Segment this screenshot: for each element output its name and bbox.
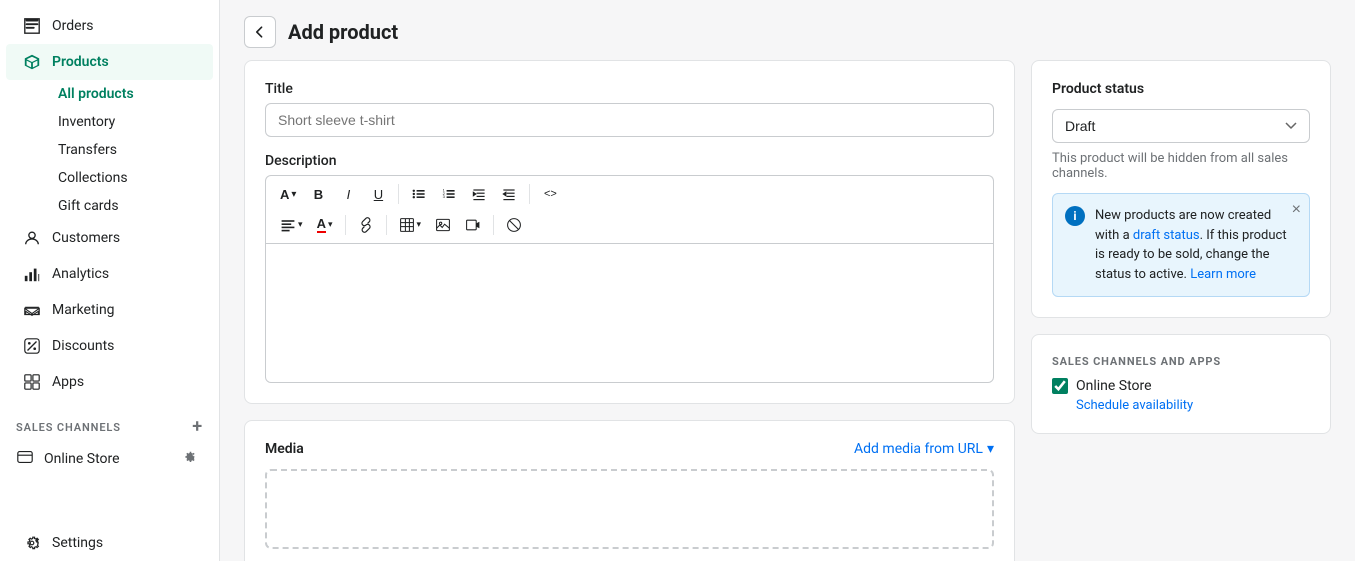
product-status-select[interactable]: Draft Active bbox=[1052, 109, 1310, 143]
sidebar-item-settings[interactable]: Settings bbox=[6, 525, 213, 561]
rte-video-button[interactable] bbox=[459, 213, 487, 237]
page-header: Add product bbox=[220, 0, 1355, 60]
add-sales-channel-button[interactable]: + bbox=[192, 418, 203, 436]
main-content: Add product Title Description A▾ B I U bbox=[220, 0, 1355, 561]
learn-more-link[interactable]: Learn more bbox=[1190, 267, 1256, 282]
apps-icon bbox=[22, 372, 42, 392]
banner-text: New products are now created with a draf… bbox=[1095, 206, 1297, 284]
banner-close-button[interactable]: × bbox=[1292, 202, 1301, 218]
title-input[interactable] bbox=[265, 103, 994, 137]
sidebar-item-analytics-label: Analytics bbox=[52, 266, 109, 282]
rte-outdent-button[interactable] bbox=[495, 182, 523, 206]
channel-row-online-store: Online Store bbox=[1052, 378, 1310, 394]
customers-icon bbox=[22, 228, 42, 248]
info-icon: i bbox=[1065, 206, 1085, 226]
schedule-availability-link[interactable]: Schedule availability bbox=[1076, 398, 1310, 413]
back-button[interactable] bbox=[244, 16, 276, 48]
online-store-settings-icon[interactable] bbox=[181, 449, 197, 469]
media-title: Media bbox=[265, 441, 304, 457]
description-editor[interactable] bbox=[265, 243, 994, 383]
sidebar-products-submenu: All products Inventory Transfers Collect… bbox=[0, 80, 219, 220]
sidebar-item-settings-label: Settings bbox=[52, 535, 103, 551]
sidebar-item-products-label: Products bbox=[52, 54, 109, 70]
sales-channels-title: SALES CHANNELS AND APPS bbox=[1052, 355, 1310, 368]
sidebar-item-orders[interactable]: Orders bbox=[6, 8, 213, 44]
rte-text-color-button[interactable]: A▾ bbox=[311, 212, 339, 237]
product-details-card: Title Description A▾ B I U bbox=[244, 60, 1015, 404]
sidebar-item-customers[interactable]: Customers bbox=[6, 220, 213, 256]
sidebar: Orders Products All products Inventory T… bbox=[0, 0, 220, 561]
rte-bold-button[interactable]: B bbox=[304, 183, 332, 206]
products-icon bbox=[22, 52, 42, 72]
rte-divider-1 bbox=[398, 184, 399, 204]
sidebar-item-marketing[interactable]: Marketing bbox=[6, 292, 213, 328]
orders-icon bbox=[22, 16, 42, 36]
online-store-row[interactable]: Online Store bbox=[6, 440, 213, 478]
product-status-hint: This product will be hidden from all sal… bbox=[1052, 151, 1310, 181]
sidebar-item-discounts[interactable]: Discounts bbox=[6, 328, 213, 364]
add-media-from-url-button[interactable]: Add media from URL ▾ bbox=[854, 441, 994, 457]
rte-divider-2 bbox=[529, 184, 530, 204]
online-store-channel-label: Online Store bbox=[1076, 378, 1152, 394]
rte-divider-5 bbox=[493, 215, 494, 235]
rte-link-button[interactable] bbox=[352, 213, 380, 237]
media-upload-area[interactable] bbox=[265, 469, 994, 549]
sidebar-item-discounts-label: Discounts bbox=[52, 338, 114, 354]
sidebar-item-apps[interactable]: Apps bbox=[6, 364, 213, 400]
rte-divider-4 bbox=[386, 215, 387, 235]
media-card: Media Add media from URL ▾ bbox=[244, 420, 1015, 561]
title-label: Title bbox=[265, 81, 994, 97]
online-store-checkbox[interactable] bbox=[1052, 378, 1068, 394]
sales-channels-section: SALES CHANNELS + bbox=[0, 408, 219, 440]
rte-table-button[interactable]: ▾ bbox=[393, 213, 428, 237]
rte-image-button[interactable] bbox=[429, 213, 457, 237]
sidebar-item-orders-label: Orders bbox=[52, 18, 94, 34]
analytics-icon bbox=[22, 264, 42, 284]
sidebar-sub-all-products[interactable]: All products bbox=[48, 80, 213, 108]
rte-ordered-list-button[interactable]: 123 bbox=[435, 182, 463, 206]
settings-icon bbox=[22, 533, 42, 553]
left-column: Title Description A▾ B I U bbox=[244, 60, 1015, 561]
rte-unordered-list-button[interactable] bbox=[405, 182, 433, 206]
online-store-icon bbox=[16, 448, 34, 470]
right-column: Product status Draft Active This product… bbox=[1031, 60, 1331, 561]
marketing-icon bbox=[22, 300, 42, 320]
rte-font-button[interactable]: A▾ bbox=[274, 183, 302, 206]
sales-channels-card: SALES CHANNELS AND APPS Online Store Sch… bbox=[1031, 334, 1331, 434]
description-label: Description bbox=[265, 153, 994, 169]
rte-toolbar-row2: ▾ A▾ ▾ bbox=[274, 212, 985, 237]
sidebar-sub-collections[interactable]: Collections bbox=[48, 164, 213, 192]
product-status-card: Product status Draft Active This product… bbox=[1031, 60, 1331, 318]
product-status-title: Product status bbox=[1052, 81, 1310, 97]
content-grid: Title Description A▾ B I U bbox=[220, 60, 1355, 561]
page-title: Add product bbox=[288, 20, 398, 44]
rte-align-button[interactable]: ▾ bbox=[274, 213, 309, 237]
rte-block-button[interactable] bbox=[500, 213, 528, 237]
rte-toolbar: A▾ B I U 123 bbox=[265, 175, 994, 243]
sidebar-item-products[interactable]: Products bbox=[6, 44, 213, 80]
sidebar-sub-inventory[interactable]: Inventory bbox=[48, 108, 213, 136]
rte-italic-button[interactable]: I bbox=[334, 183, 362, 206]
online-store-left: Online Store bbox=[16, 448, 120, 470]
sidebar-item-analytics[interactable]: Analytics bbox=[6, 256, 213, 292]
sidebar-item-customers-label: Customers bbox=[52, 230, 120, 246]
sidebar-item-marketing-label: Marketing bbox=[52, 302, 115, 318]
sales-channels-label: SALES CHANNELS bbox=[16, 421, 121, 434]
draft-status-link[interactable]: draft status bbox=[1133, 228, 1200, 243]
rte-indent-button[interactable] bbox=[465, 182, 493, 206]
media-header: Media Add media from URL ▾ bbox=[265, 441, 994, 457]
description-wrapper: Description A▾ B I U bbox=[265, 153, 994, 383]
svg-text:3: 3 bbox=[443, 194, 446, 199]
discounts-icon bbox=[22, 336, 42, 356]
rte-toolbar-row1: A▾ B I U 123 bbox=[274, 182, 985, 206]
sidebar-sub-gift-cards[interactable]: Gift cards bbox=[48, 192, 213, 220]
draft-status-banner: i New products are now created with a dr… bbox=[1052, 193, 1310, 297]
rte-divider-3 bbox=[345, 215, 346, 235]
sidebar-sub-transfers[interactable]: Transfers bbox=[48, 136, 213, 164]
online-store-label: Online Store bbox=[44, 451, 120, 467]
sidebar-item-apps-label: Apps bbox=[52, 374, 84, 390]
rte-code-button[interactable]: <> bbox=[536, 184, 564, 204]
rte-underline-button[interactable]: U bbox=[364, 183, 392, 206]
